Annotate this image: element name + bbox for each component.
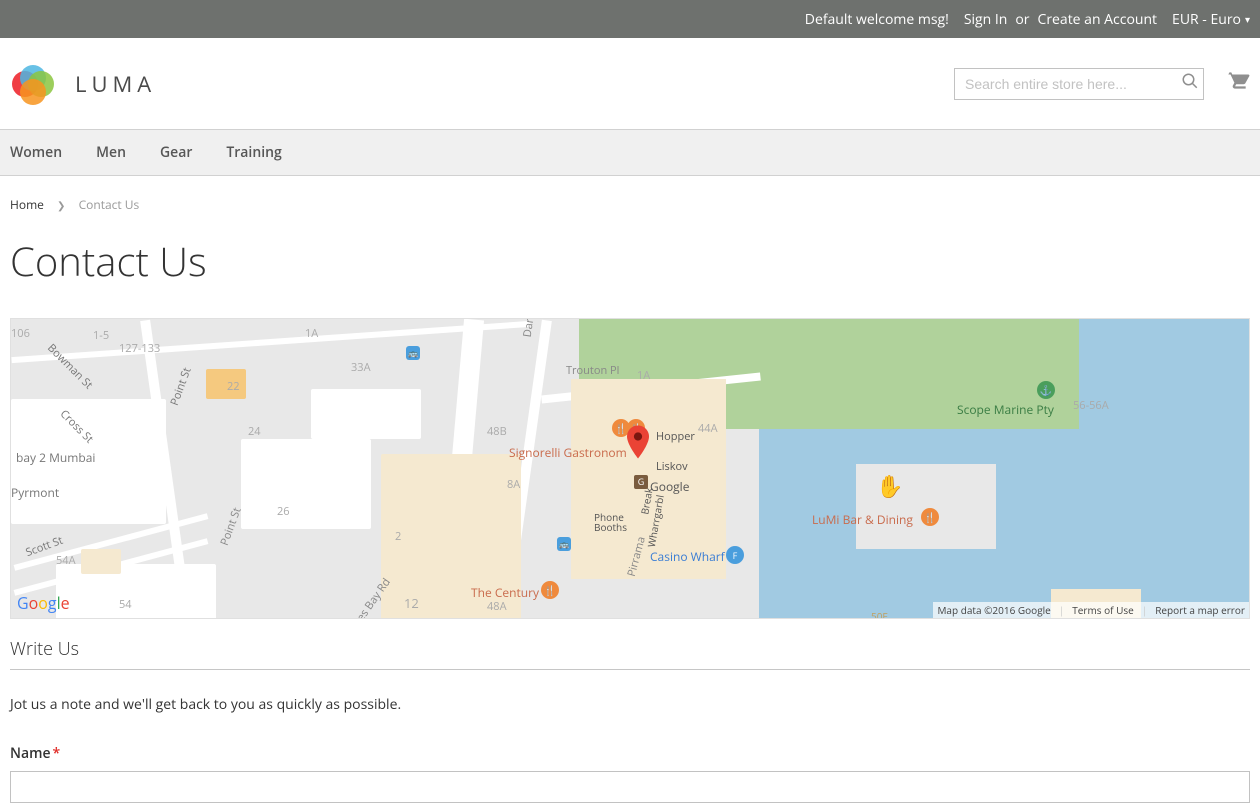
write-us-title: Write Us bbox=[10, 637, 1250, 670]
nav-men[interactable]: Men bbox=[96, 143, 126, 162]
welcome-message: Default welcome msg! bbox=[805, 10, 949, 29]
map-road-label: Darl bbox=[520, 318, 538, 338]
chevron-right-icon: ❯ bbox=[57, 198, 65, 212]
map-house-number: 26 bbox=[277, 504, 290, 519]
ferry-icon: F bbox=[726, 546, 744, 564]
map-poi-label: Scope Marine Pty bbox=[957, 401, 1054, 418]
map-house-number: 44A bbox=[698, 421, 718, 436]
currency-label: EUR - Euro bbox=[1172, 10, 1241, 29]
transport-icon: 🚌 bbox=[406, 346, 420, 360]
map-attribution: Map data ©2016 Google | Terms of Use | R… bbox=[933, 602, 1249, 618]
map-poi-label: Signorelli Gastronom bbox=[509, 444, 627, 461]
map-poi-label: LuMi Bar & Dining bbox=[812, 511, 913, 528]
map-poi-label: Liskov bbox=[656, 459, 688, 474]
search-icon bbox=[1181, 74, 1199, 94]
map-scale-label: 50E bbox=[871, 609, 888, 619]
nav-training[interactable]: Training bbox=[226, 143, 281, 162]
map-house-number: 106 bbox=[11, 326, 30, 341]
top-links: Sign In or Create an Account bbox=[964, 10, 1157, 29]
map-house-number: 48B bbox=[487, 424, 507, 439]
map-street-label: bay 2 Mumbai bbox=[16, 449, 95, 466]
nav-women[interactable]: Women bbox=[10, 143, 62, 162]
create-account-link[interactable]: Create an Account bbox=[1038, 10, 1158, 29]
map-house-number: 54 bbox=[119, 597, 132, 612]
map-street-label: Pyrmont bbox=[11, 484, 59, 501]
map-house-number: 56-56A bbox=[1073, 398, 1109, 413]
cart-icon bbox=[1224, 66, 1250, 102]
map-house-number: 54A bbox=[56, 553, 76, 568]
map-poi-label: Phone Booths bbox=[594, 512, 627, 532]
top-bar: Default welcome msg! Sign In or Create a… bbox=[0, 0, 1260, 38]
search-input[interactable] bbox=[954, 68, 1204, 100]
search-box bbox=[954, 68, 1204, 100]
map-house-number: 48A bbox=[487, 599, 507, 614]
nav-gear[interactable]: Gear bbox=[160, 143, 192, 162]
main-content: Home ❯ Contact Us Contact Us Point St Bo… bbox=[0, 176, 1260, 803]
main-nav: Women Men Gear Training bbox=[0, 129, 1260, 176]
map-data-label: Map data ©2016 Google bbox=[937, 603, 1050, 617]
map-report-link[interactable]: Report a map error bbox=[1155, 603, 1245, 617]
map-house-number: 8A bbox=[507, 477, 520, 492]
map-house-number: 12 bbox=[404, 594, 419, 612]
chevron-down-icon: ▾ bbox=[1245, 12, 1250, 26]
map-poi-label: The Century bbox=[471, 584, 539, 601]
logo-mark-icon bbox=[10, 61, 55, 106]
map-pin-icon bbox=[627, 424, 649, 460]
map-poi-label: Casino Wharf bbox=[650, 548, 725, 565]
map-house-number: 22 bbox=[227, 379, 240, 394]
logo-text: LUMA bbox=[75, 69, 156, 99]
map-house-number: 24 bbox=[248, 424, 261, 439]
store-logo[interactable]: LUMA bbox=[10, 61, 156, 106]
map-street-label: Point St bbox=[167, 365, 195, 407]
map-house-number: 2 bbox=[395, 529, 401, 544]
cart-button[interactable] bbox=[1224, 66, 1250, 102]
breadcrumb: Home ❯ Contact Us bbox=[10, 176, 1250, 223]
hand-cursor-icon: ✋ bbox=[876, 471, 900, 495]
map-house-number: 33A bbox=[351, 360, 371, 375]
name-input[interactable] bbox=[10, 771, 1250, 803]
map-house-number: 1-5 bbox=[93, 328, 109, 343]
map-house-number: 1A bbox=[305, 326, 318, 341]
map-poi-label: Google bbox=[650, 478, 689, 495]
name-label: Name* bbox=[10, 744, 1250, 763]
page-title: Contact Us bbox=[10, 233, 1250, 288]
required-mark: * bbox=[53, 744, 61, 763]
map-terms-link[interactable]: Terms of Use bbox=[1072, 603, 1133, 617]
map-road-label: Trouton Pl bbox=[566, 363, 619, 378]
sign-in-link[interactable]: Sign In bbox=[964, 10, 1008, 29]
currency-switcher[interactable]: EUR - Euro ▾ bbox=[1172, 10, 1250, 29]
map-canvas: Point St Bowman St Cross St bay 2 Mumbai… bbox=[11, 319, 1249, 618]
main-header: LUMA bbox=[0, 38, 1260, 129]
breadcrumb-home[interactable]: Home bbox=[10, 196, 44, 213]
marine-icon: ⚓ bbox=[1037, 381, 1055, 399]
search-button[interactable] bbox=[1181, 72, 1199, 95]
location-map[interactable]: Point St Bowman St Cross St bay 2 Mumbai… bbox=[10, 318, 1250, 619]
or-label: or bbox=[1015, 10, 1029, 29]
google-logo[interactable]: Google bbox=[17, 592, 70, 614]
map-house-number: 1A bbox=[637, 368, 650, 383]
restaurant-icon: 🍴 bbox=[541, 581, 559, 599]
restaurant-icon: 🍴 bbox=[921, 508, 939, 526]
write-us-subtitle: Jot us a note and we'll get back to you … bbox=[10, 695, 1250, 714]
map-house-number: 127-133 bbox=[119, 341, 160, 356]
map-poi-label: Hopper bbox=[656, 429, 695, 444]
transport-icon: 🚌 bbox=[557, 537, 571, 551]
breadcrumb-current: Contact Us bbox=[79, 196, 140, 213]
map-street-label: Bowman St bbox=[44, 341, 96, 393]
google-building-icon: G bbox=[634, 475, 648, 489]
